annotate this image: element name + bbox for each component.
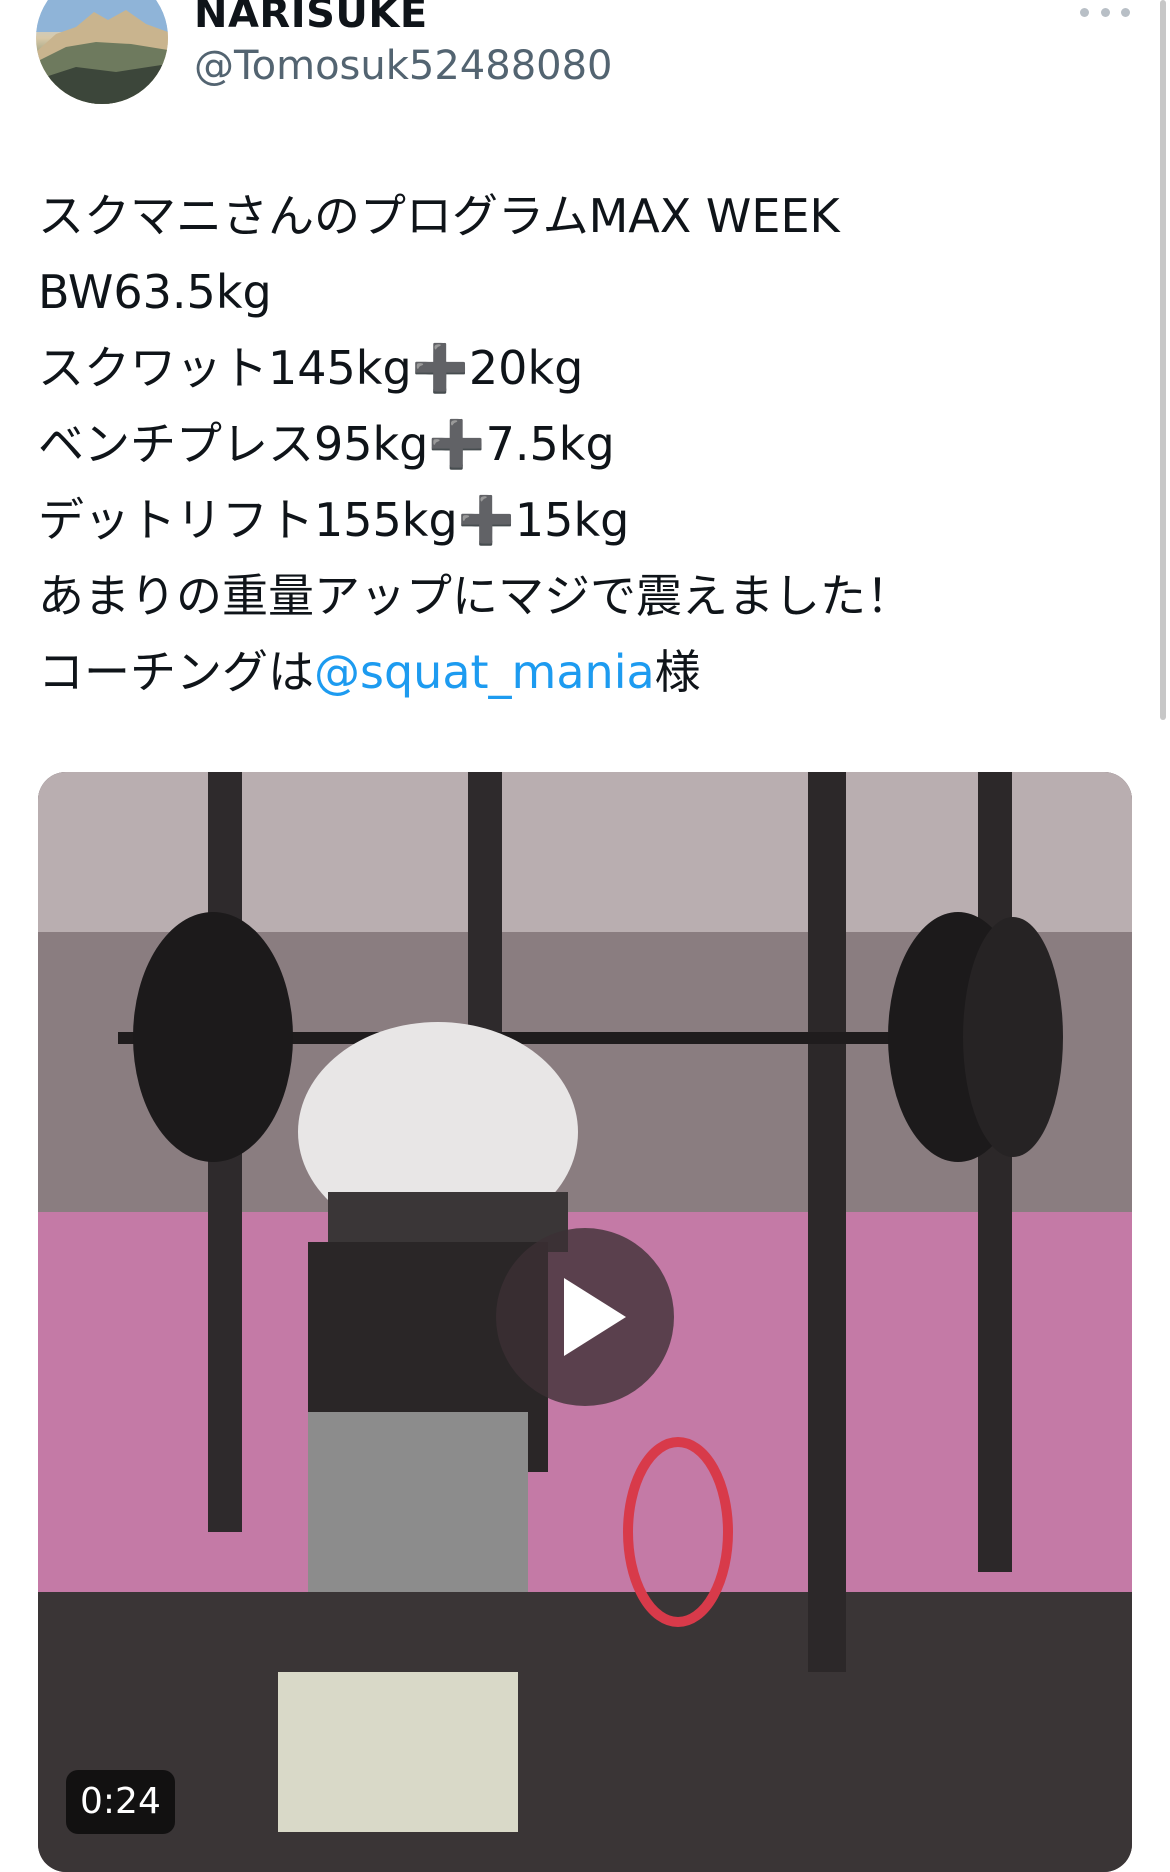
tweet-line-coaching: コーチングは@squat_mania様 [38, 634, 1118, 710]
display-name[interactable]: NARISUKE [194, 0, 428, 34]
mountain-landscape-avatar-icon [36, 0, 168, 104]
more-dots-icon[interactable] [1080, 0, 1130, 24]
scrollbar[interactable] [1160, 0, 1166, 720]
tweet-line: BW63.5kg [38, 265, 272, 319]
tweet-line: デットリフト155kg➕15kg [38, 493, 630, 547]
tweet-line: ベンチプレス95kg➕7.5kg [38, 417, 615, 471]
coaching-suffix: 様 [654, 645, 701, 699]
tweet-text: スクマニさんのプログラムMAX WEEK BW63.5kg スクワット145kg… [38, 178, 1118, 710]
video-duration: 0:24 [66, 1770, 175, 1834]
coaching-prefix: コーチングは [38, 645, 314, 699]
video-player[interactable]: 0:24 [38, 772, 1132, 1872]
user-handle[interactable]: @Tomosuk52488080 [194, 44, 613, 88]
tweet-line: あまりの重量アップにマジで震えました！ [38, 569, 912, 623]
play-icon[interactable] [496, 1228, 674, 1406]
avatar[interactable] [36, 0, 168, 104]
tweet-line: スクワット145kg➕20kg [38, 341, 584, 395]
mention-link[interactable]: @squat_mania [314, 645, 655, 699]
tweet-line: スクマニさんのプログラムMAX WEEK [38, 189, 840, 243]
